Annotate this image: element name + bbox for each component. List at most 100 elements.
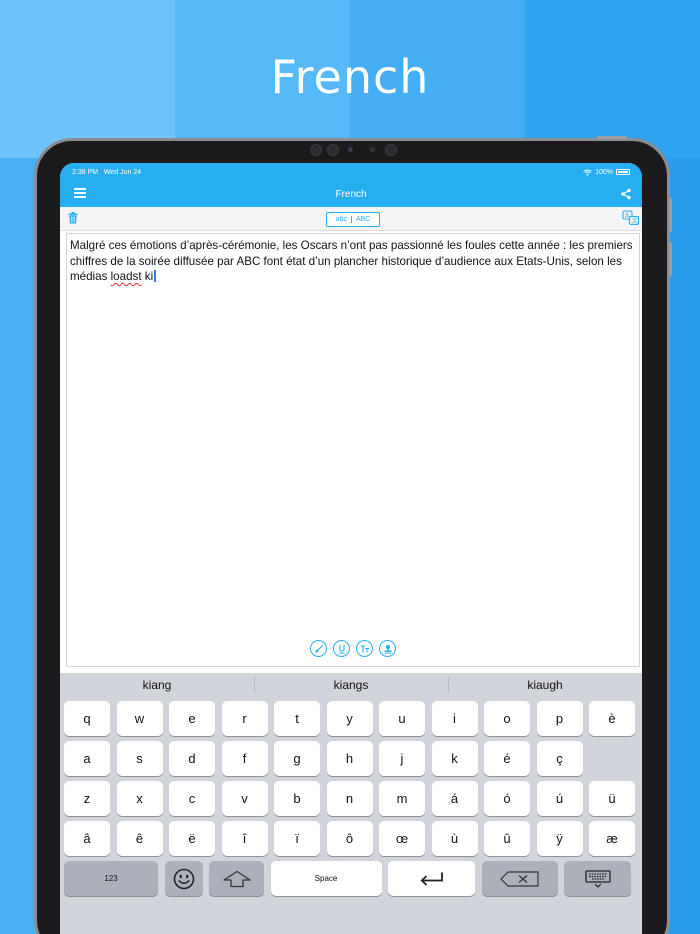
key[interactable]: v bbox=[221, 781, 268, 816]
return-arrow-icon bbox=[418, 871, 446, 887]
share-icon[interactable] bbox=[620, 188, 632, 200]
emoji-key[interactable] bbox=[164, 861, 203, 896]
key[interactable]: p bbox=[536, 701, 583, 736]
brush-icon[interactable] bbox=[310, 640, 327, 657]
key[interactable]: y bbox=[326, 701, 373, 736]
editor-content[interactable]: Malgré ces émotions d’après-cérémonie, l… bbox=[67, 234, 639, 285]
key[interactable]: r bbox=[221, 701, 268, 736]
key[interactable]: f bbox=[221, 741, 268, 776]
key[interactable]: e bbox=[169, 701, 215, 736]
battery-percent: 100% bbox=[595, 168, 613, 176]
case-upper-label: ABC bbox=[355, 216, 371, 223]
key[interactable]: c bbox=[169, 781, 215, 816]
key[interactable]: u bbox=[379, 701, 425, 736]
delete-key[interactable] bbox=[481, 861, 558, 896]
suggestion-bar: kiang kiangs kiaugh bbox=[60, 673, 642, 697]
suggestion[interactable]: kiang bbox=[60, 673, 254, 697]
camera-sensor bbox=[370, 147, 375, 152]
key[interactable]: ô bbox=[326, 821, 373, 856]
hide-keyboard-key[interactable] bbox=[564, 861, 631, 896]
headline: French bbox=[270, 50, 430, 104]
underline-icon[interactable] bbox=[333, 640, 350, 657]
trash-icon[interactable] bbox=[68, 212, 78, 224]
app-screen: 2:38 PM Wed Jun 24 100% French abc ABC A… bbox=[60, 163, 642, 934]
key[interactable]: é bbox=[484, 741, 530, 776]
key[interactable]: z bbox=[64, 781, 110, 816]
battery-icon bbox=[616, 169, 630, 175]
key[interactable]: æ bbox=[589, 821, 635, 856]
side-button bbox=[597, 136, 627, 139]
key[interactable]: w bbox=[116, 701, 163, 736]
key[interactable]: g bbox=[274, 741, 320, 776]
status-time: 2:38 PM bbox=[72, 168, 99, 176]
status-bar: 2:38 PM Wed Jun 24 100% bbox=[60, 163, 642, 181]
key[interactable]: ù bbox=[431, 821, 478, 856]
svg-text:文: 文 bbox=[632, 217, 638, 225]
key[interactable]: k bbox=[431, 741, 478, 776]
backspace-icon bbox=[499, 870, 540, 887]
camera-lens bbox=[385, 144, 397, 156]
key[interactable]: d bbox=[169, 741, 215, 776]
text-caret bbox=[154, 270, 156, 282]
key[interactable]: n bbox=[326, 781, 373, 816]
return-key[interactable] bbox=[388, 861, 475, 896]
wifi-icon bbox=[583, 169, 592, 176]
key[interactable]: ç bbox=[536, 741, 583, 776]
key[interactable]: â bbox=[64, 821, 110, 856]
translate-icon[interactable]: A文 bbox=[622, 210, 640, 226]
format-bar bbox=[67, 640, 639, 657]
keyboard-hide-icon bbox=[584, 869, 611, 888]
key-row-4: â ê ë î ï ô œ ù û ÿ æ bbox=[64, 821, 635, 856]
hamburger-icon[interactable] bbox=[74, 188, 86, 198]
key[interactable]: î bbox=[221, 821, 268, 856]
key[interactable]: b bbox=[274, 781, 320, 816]
key[interactable]: o bbox=[484, 701, 530, 736]
key[interactable]: m bbox=[379, 781, 425, 816]
text-editor[interactable]: Malgré ces émotions d’après-cérémonie, l… bbox=[66, 233, 640, 667]
volume-button bbox=[669, 198, 672, 232]
key[interactable]: ÿ bbox=[536, 821, 583, 856]
suggestion[interactable]: kiaugh bbox=[448, 673, 642, 697]
key[interactable]: x bbox=[116, 781, 163, 816]
key[interactable]: t bbox=[274, 701, 320, 736]
emoji-icon bbox=[173, 868, 195, 890]
key[interactable]: ú bbox=[536, 781, 583, 816]
key[interactable]: a bbox=[64, 741, 110, 776]
editor-toolbar: abc ABC A文 bbox=[60, 207, 642, 231]
volume-button bbox=[669, 242, 672, 276]
key-row-2: a s d f g h j k é ç bbox=[64, 741, 583, 776]
space-key[interactable]: Space bbox=[270, 861, 382, 896]
key[interactable]: û bbox=[484, 821, 530, 856]
case-lower-label: abc bbox=[335, 216, 347, 223]
stamp-icon[interactable] bbox=[379, 640, 396, 657]
text-size-icon[interactable] bbox=[356, 640, 373, 657]
key[interactable]: è bbox=[589, 701, 635, 736]
key[interactable]: ê bbox=[116, 821, 163, 856]
suggestion[interactable]: kiangs bbox=[254, 673, 448, 697]
editor-text-tail: ki bbox=[141, 270, 154, 283]
key[interactable]: ï bbox=[274, 821, 320, 856]
key[interactable]: á bbox=[431, 781, 478, 816]
shift-arrow-icon bbox=[222, 870, 252, 888]
case-toggle-button[interactable]: abc ABC bbox=[326, 212, 380, 227]
keyboard: kiang kiangs kiaugh q w e r t y u i o p … bbox=[60, 673, 642, 934]
key[interactable]: ë bbox=[169, 821, 215, 856]
key[interactable]: œ bbox=[379, 821, 425, 856]
key-row-3: z x c v b n m á ó ú ü bbox=[64, 781, 635, 816]
nav-title: French bbox=[335, 188, 367, 200]
key[interactable]: i bbox=[431, 701, 478, 736]
key[interactable]: h bbox=[326, 741, 373, 776]
nav-bar: French bbox=[60, 181, 642, 207]
key-row-5: 123 Space bbox=[64, 861, 631, 896]
misspelled-word[interactable]: loadst bbox=[111, 270, 142, 283]
key[interactable]: q bbox=[64, 701, 110, 736]
key[interactable]: s bbox=[116, 741, 163, 776]
key[interactable]: j bbox=[379, 741, 425, 776]
key-row-1: q w e r t y u i o p è bbox=[64, 701, 635, 736]
camera-lens bbox=[327, 144, 339, 156]
shift-key[interactable] bbox=[209, 861, 264, 896]
key[interactable]: ó bbox=[484, 781, 530, 816]
camera-lens bbox=[310, 144, 322, 156]
key[interactable]: ü bbox=[589, 781, 635, 816]
numbers-key[interactable]: 123 bbox=[64, 861, 158, 896]
